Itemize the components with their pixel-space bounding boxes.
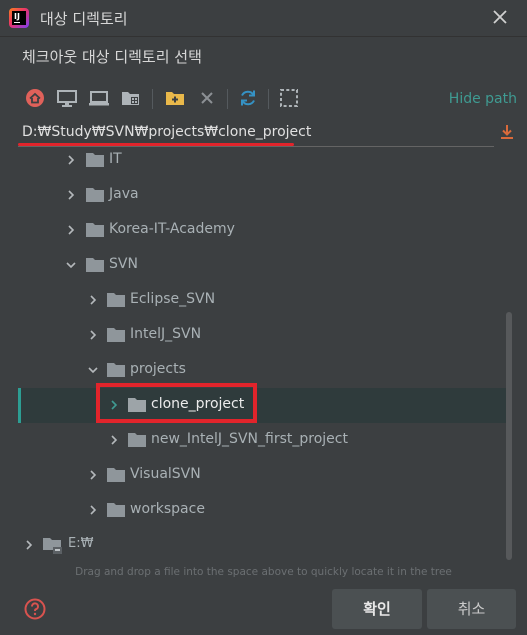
toolbar-separator <box>152 89 153 109</box>
toolbar-separator <box>227 89 228 109</box>
cancel-button[interactable]: 취소 <box>427 589 516 629</box>
window-title: 대상 디렉토리 <box>40 10 128 28</box>
tree-item-it[interactable]: IT <box>18 146 512 178</box>
delete-button[interactable] <box>195 86 219 110</box>
module-directory-button[interactable] <box>119 86 143 110</box>
home-icon <box>26 89 44 107</box>
path-input[interactable]: D:₩Study₩SVN₩projects₩clone_project <box>22 124 311 140</box>
drag-drop-hint: Drag and drop a file into the space abov… <box>75 566 452 578</box>
toolbar-separator <box>268 89 269 109</box>
folder-icon <box>86 223 104 237</box>
tree-item-label: Eclipse_SVN <box>130 291 216 307</box>
refresh-button[interactable] <box>236 86 260 110</box>
folder-icon <box>107 293 125 307</box>
chevron-right-icon[interactable] <box>108 434 120 446</box>
tree-item-java[interactable]: Java <box>18 178 512 213</box>
chevron-down-icon[interactable] <box>87 364 99 376</box>
tree-item-svn[interactable]: SVN <box>18 248 512 283</box>
tree-item-eclipse-svn[interactable]: Eclipse_SVN <box>18 283 512 318</box>
title-bar: IJ 대상 디렉토리 <box>0 0 527 36</box>
tree-item-korea-it-academy[interactable]: Korea-IT-Academy <box>18 213 512 248</box>
chevron-right-icon[interactable] <box>65 224 77 236</box>
tree-item-label: Java <box>109 186 139 202</box>
folder-icon <box>107 363 125 377</box>
download-icon <box>501 125 513 139</box>
new-folder-button[interactable] <box>163 86 187 110</box>
annotation-highlight-box <box>96 383 257 423</box>
download-button[interactable] <box>500 124 514 140</box>
folder-icon <box>128 433 146 447</box>
dialog-subtitle: 체크아웃 대상 디렉토리 선택 <box>22 48 202 66</box>
project-directory-button[interactable] <box>87 86 111 110</box>
tree-item-projects[interactable]: projects <box>18 353 512 388</box>
tree-item-label: VisualSVN <box>130 466 201 482</box>
desktop-icon <box>57 90 77 107</box>
intellij-logo-icon: IJ <box>9 8 29 28</box>
refresh-icon <box>241 90 255 106</box>
home-directory-button[interactable] <box>23 86 47 110</box>
chevron-right-icon[interactable] <box>65 189 77 201</box>
chevron-down-icon[interactable] <box>65 259 77 271</box>
folder-icon <box>107 328 125 342</box>
chevron-right-icon[interactable] <box>87 294 99 306</box>
directory-tree[interactable]: IT Java Korea-IT-Academy SVN Eclipse_SVN… <box>18 146 512 564</box>
chevron-right-icon[interactable] <box>87 504 99 516</box>
laptop-icon <box>89 91 109 106</box>
tree-item-intelj-svn[interactable]: IntelJ_SVN <box>18 318 512 353</box>
folder-icon <box>86 153 104 167</box>
module-folder-icon <box>122 92 139 105</box>
close-icon <box>493 10 507 24</box>
folder-icon <box>86 258 104 272</box>
selection-indicator <box>18 388 21 423</box>
tree-item-label: IT <box>109 151 122 167</box>
tree-scrollbar[interactable] <box>506 312 512 560</box>
folder-icon <box>86 188 104 202</box>
chevron-right-icon[interactable] <box>87 469 99 481</box>
hide-path-link[interactable]: Hide path <box>449 91 517 107</box>
title-divider <box>0 36 527 37</box>
tree-item-new-intelj-svn-first-project[interactable]: new_IntelJ_SVN_first_project <box>18 423 512 458</box>
tree-item-label: new_IntelJ_SVN_first_project <box>151 431 348 447</box>
tree-item-visualsvn[interactable]: VisualSVN <box>18 458 512 493</box>
chevron-right-icon[interactable] <box>87 329 99 341</box>
chevron-right-icon[interactable] <box>65 154 77 166</box>
ok-button[interactable]: 확인 <box>332 589 422 629</box>
tree-item-label: SVN <box>109 256 138 272</box>
delete-x-icon <box>201 92 213 104</box>
tree-item-e-drive[interactable]: E:₩ <box>18 528 512 563</box>
tree-item-label: workspace <box>130 501 205 517</box>
tree-item-clone-project[interactable]: clone_project <box>18 388 512 423</box>
close-button[interactable] <box>489 6 511 28</box>
drive-folder-icon <box>43 538 62 554</box>
toolbar <box>20 86 520 112</box>
new-folder-icon <box>166 92 184 105</box>
desktop-button[interactable] <box>55 86 79 110</box>
tree-item-label: IntelJ_SVN <box>130 326 202 342</box>
tree-item-workspace[interactable]: workspace <box>18 493 512 528</box>
dashed-square-icon <box>280 89 298 107</box>
tree-item-label: Korea-IT-Academy <box>109 221 235 237</box>
folder-icon <box>107 468 125 482</box>
tree-item-label: E:₩ <box>68 536 94 551</box>
folder-icon <box>107 503 125 517</box>
chevron-right-icon[interactable] <box>23 539 35 551</box>
help-button[interactable] <box>24 598 46 620</box>
help-icon <box>24 598 46 620</box>
tree-item-label: projects <box>130 361 186 377</box>
show-hidden-button[interactable] <box>277 86 301 110</box>
